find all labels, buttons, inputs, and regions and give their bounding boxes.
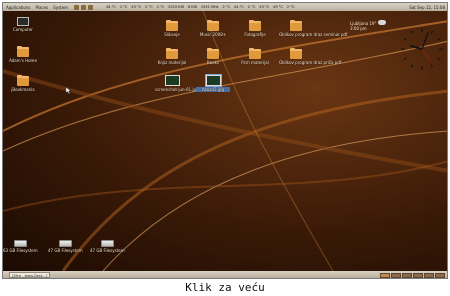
sensor-reading: 43 °C [130,5,143,9]
icon-label: Pcm materijal [241,60,269,65]
icon-label: Books [206,60,220,65]
sensor-reading: 2 °C [285,5,296,9]
mail-launcher-icon[interactable] [81,4,87,10]
screenshot-frame: Applications Places System 44 °C 2 °C 43… [2,2,448,279]
weather-time: 3:00 pm [350,26,367,31]
folder-icon [166,20,178,31]
workspace-6[interactable] [435,272,445,278]
workspace-switcher [380,272,445,278]
menu-bar: Applications Places System [6,5,68,10]
network-reading: 6 KiB [186,5,198,9]
bottom-panel: [Xfce - www.Desk...] [3,271,447,278]
desktop-folder[interactable]: Slikanje [155,20,189,37]
desktop-icon-computer[interactable]: Computer [6,17,40,32]
desktop-icon-bookmarks[interactable]: jBookmarks [6,75,40,92]
menu-places[interactable]: Places [35,5,48,10]
desktop-folder[interactable]: Books [196,48,230,65]
folder-icon [166,48,178,59]
sensor-monitors: 44 °C 2 °C 43 °C 2 °C 2 °C 2515 KiB 6 Ki… [105,5,296,9]
icon-label: Knjiz materijal [157,60,187,65]
icon-label: 63 GB Filesystem [3,248,38,253]
desktop-image-file-selected[interactable]: Azuzu5.jpg [196,74,230,92]
drive-icon [58,240,72,247]
icon-label: Adam's Home [9,58,37,63]
folder-icon [207,48,219,59]
weather-temp: 19° [369,21,377,26]
analog-clock-widget [401,28,443,70]
sensor-reading: 44 °C [233,5,245,9]
desktop-folder[interactable]: Knjiz materijal [155,48,189,65]
desktop-folder[interactable]: Fotografije [238,20,272,37]
folder-icon [290,48,302,59]
desktop[interactable]: Computer Adam's Home jBookmarks Slikanje… [3,11,447,271]
desktop-icon-home[interactable]: Adam's Home [6,46,40,63]
computer-icon [17,17,29,26]
hour-hand [409,44,424,51]
icon-label: 47 GB Filesystem [90,248,125,253]
icon-label: Oblikov program draz priča pdf [279,60,342,65]
sensor-reading: 43 °C [258,5,271,9]
folder-icon [249,20,261,31]
icon-label: 47 GB Filesystem [48,248,83,253]
desktop-folder[interactable]: Music 2008+ [196,20,230,37]
minute-hand [421,32,429,50]
image-thumbnail-icon [204,74,222,87]
browser-launcher-icon[interactable] [74,4,80,10]
workspace-3[interactable] [402,272,412,278]
taskbar-window-button[interactable]: [Xfce - www.Desk...] [9,272,51,278]
icon-label: Slikanje [164,32,180,37]
icon-label: Azuzu5.jpg [196,87,230,92]
cloud-icon [377,20,386,25]
enlarge-caption[interactable]: Klik za veću [0,280,450,296]
sensor-reading: 49 °C [272,5,284,9]
desktop-folder[interactable]: Oblikov program draz priča pdf [279,48,342,65]
icon-label: Computer [13,27,33,32]
sensor-reading: 2 °C [144,5,154,9]
top-panel: Applications Places System 44 °C 2 °C 43… [3,3,447,11]
icon-label: Music 2008+ [199,32,227,37]
desktop-drive[interactable]: 47 GB Filesystem [90,240,125,253]
desktop-folder[interactable]: Pcm materijal [238,48,272,65]
desktop-folder[interactable]: Oblikov program draz seminar pdf [279,20,348,37]
folder-icon [249,48,261,59]
sensor-reading: 2 °C [246,5,257,9]
panel-clock[interactable]: Sat Sep 12, 15:08 [409,5,445,10]
sensor-reading: 2 °C [155,5,166,9]
panel-launchers [74,4,94,10]
menu-applications[interactable]: Applications [6,5,30,10]
second-hand [421,48,432,62]
cpu-frequency: 2551 MHz [199,5,220,9]
folder-icon [290,20,302,31]
icon-label: Fotografije [244,32,266,37]
sensor-reading: 2 °C [221,5,232,9]
workspace-5[interactable] [424,272,434,278]
folder-icon [207,20,219,31]
home-folder-icon [17,46,29,57]
sensor-reading: 2 °C [118,5,129,9]
desktop-drive[interactable]: 63 GB Filesystem [3,240,38,253]
workspace-2[interactable] [391,272,401,278]
image-thumbnail-icon [164,75,180,86]
sensor-reading: 44 °C [105,5,117,9]
mouse-pointer-icon [66,87,71,94]
folder-icon [17,75,29,86]
icon-label: jBookmarks [11,87,35,92]
drive-icon [13,240,27,247]
menu-system[interactable]: System [53,5,68,10]
network-reading: 2515 KiB [167,5,185,9]
workspace-4[interactable] [413,272,423,278]
terminal-launcher-icon[interactable] [88,4,94,10]
drive-icon [100,240,114,247]
workspace-1[interactable] [380,272,390,278]
icon-label: screenshot-jun-01.jpg [155,87,199,92]
desktop-image-file[interactable]: screenshot-jun-01.jpg [155,75,199,92]
desktop-drive[interactable]: 47 GB Filesystem [48,240,83,253]
icon-label: Oblikov program draz seminar pdf [279,32,348,37]
